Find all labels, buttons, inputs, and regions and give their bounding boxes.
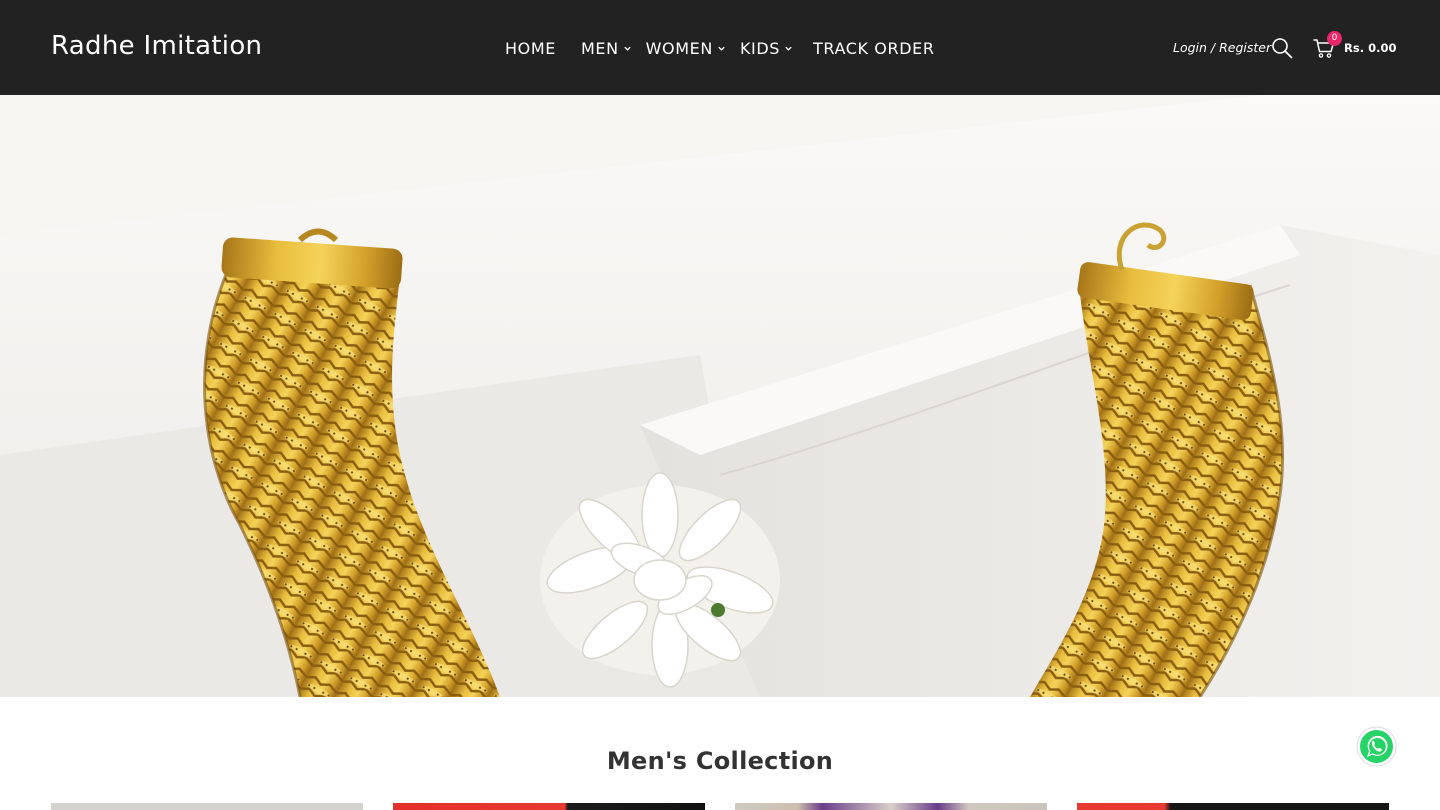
hero-banner[interactable] (0, 95, 1440, 697)
cart-count-badge: 0 (1327, 31, 1342, 46)
collection-card[interactable] (393, 803, 705, 810)
nav-item-women[interactable]: WOMEN (646, 39, 726, 58)
nav-item-track-order[interactable]: TRACK ORDER (813, 39, 935, 58)
whatsapp-icon[interactable] (1356, 726, 1397, 767)
nav-item-label: WOMEN (645, 38, 713, 58)
nav-item-label: MEN (580, 38, 619, 58)
login-register-link[interactable]: Login / Register (1173, 40, 1271, 55)
nav-item-label: KIDS (739, 38, 781, 58)
nav-item-home[interactable]: HOME (505, 39, 556, 58)
chevron-down-icon (623, 46, 631, 51)
hero-image (0, 95, 1440, 697)
collection-card[interactable] (51, 803, 363, 810)
nav-item-label: TRACK ORDER (813, 38, 935, 58)
nav-item-men[interactable]: MEN (581, 39, 632, 58)
search-icon[interactable] (1271, 37, 1293, 59)
mens-collection-grid (51, 803, 1389, 810)
chevron-down-icon (718, 46, 725, 51)
site-header: Radhe Imitation HOME MEN WOMEN KIDS TRAC… (0, 0, 1440, 95)
collection-card[interactable] (1077, 803, 1389, 810)
nav-item-kids[interactable]: KIDS (740, 39, 793, 58)
chevron-down-icon (785, 46, 792, 51)
cart-total[interactable]: Rs. 0.00 (1344, 41, 1396, 55)
collection-card[interactable] (735, 803, 1047, 810)
site-logo[interactable]: Radhe Imitation (51, 31, 262, 61)
section-title-mens-collection: Men's Collection (606, 747, 834, 775)
nav-item-label: HOME (505, 38, 556, 58)
main-nav: HOME MEN WOMEN KIDS TRACK ORDER (505, 37, 935, 59)
